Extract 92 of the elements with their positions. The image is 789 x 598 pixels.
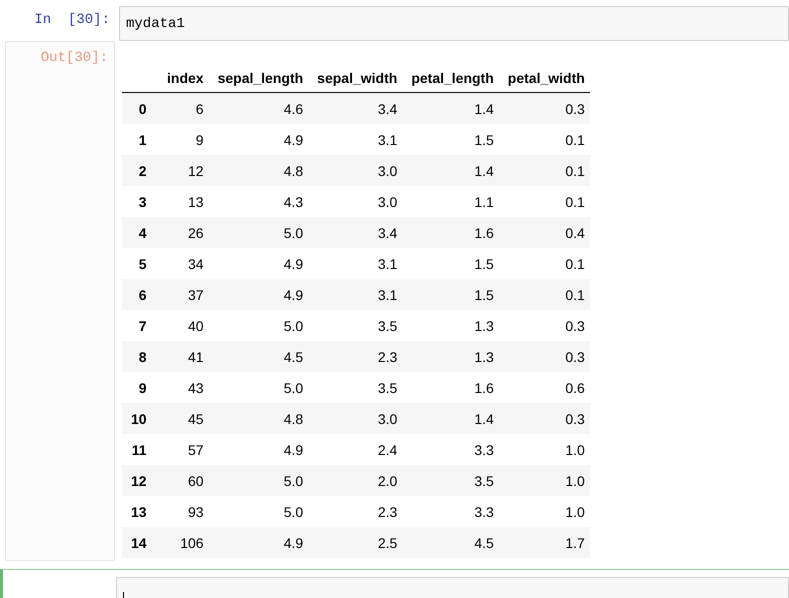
table-cell: 0.3 bbox=[498, 403, 590, 434]
table-cell: 3.3 bbox=[402, 434, 499, 465]
table-cell: 57 bbox=[154, 434, 209, 465]
table-cell: 5.0 bbox=[208, 310, 308, 341]
table-cell: 3.0 bbox=[308, 403, 402, 434]
table-cell: 3.0 bbox=[308, 186, 402, 217]
table-cell: 5.0 bbox=[208, 496, 308, 527]
row-label: 9 bbox=[122, 372, 155, 403]
table-cell: 4.5 bbox=[402, 527, 499, 558]
table-cell: 4.9 bbox=[208, 527, 308, 558]
table-cell: 5.0 bbox=[208, 372, 308, 403]
row-label: 5 bbox=[122, 248, 155, 279]
table-cell: 3.5 bbox=[308, 372, 402, 403]
table-cell: 1.4 bbox=[402, 403, 499, 434]
table-cell: 1.6 bbox=[402, 372, 499, 403]
row-label: 13 bbox=[122, 496, 155, 527]
table-cell: 3.1 bbox=[308, 124, 402, 155]
row-label: 14 bbox=[122, 527, 155, 558]
table-cell: 1.5 bbox=[402, 279, 499, 310]
table-cell: 1.3 bbox=[402, 310, 499, 341]
table-cell: 4.9 bbox=[208, 434, 308, 465]
table-cell: 0.6 bbox=[498, 372, 590, 403]
table-cell: 9 bbox=[154, 124, 209, 155]
row-label: 4 bbox=[122, 217, 155, 248]
table-cell: 4.6 bbox=[208, 92, 308, 124]
table-cell: 43 bbox=[154, 372, 209, 403]
table-cell: 1.0 bbox=[498, 496, 590, 527]
table-cell: 2.3 bbox=[308, 341, 402, 372]
code-editor[interactable]: mydata1 bbox=[119, 6, 789, 41]
table-cell: 0.3 bbox=[498, 92, 590, 124]
table-cell: 26 bbox=[154, 217, 209, 248]
table-cell: 3.5 bbox=[402, 465, 499, 496]
table-cell: 4.8 bbox=[208, 155, 308, 186]
table-cell: 1.0 bbox=[498, 434, 590, 465]
row-label: 1 bbox=[122, 124, 155, 155]
table-cell: 3.5 bbox=[308, 310, 402, 341]
table-cell: 0.4 bbox=[498, 217, 590, 248]
row-label: 11 bbox=[122, 434, 155, 465]
table-cell: 2.0 bbox=[308, 465, 402, 496]
table-cell: 1.0 bbox=[498, 465, 590, 496]
table-cell: 0.1 bbox=[498, 279, 590, 310]
table-cell: 60 bbox=[154, 465, 209, 496]
table-cell: 93 bbox=[154, 496, 209, 527]
table-cell: 1.5 bbox=[402, 124, 499, 155]
table-cell: 0.3 bbox=[498, 341, 590, 372]
table-cell: 4.8 bbox=[208, 403, 308, 434]
table-cell: 4.9 bbox=[208, 124, 308, 155]
table-cell: 0.1 bbox=[498, 124, 590, 155]
table-cell: 4.3 bbox=[208, 186, 308, 217]
table-cell: 1.4 bbox=[402, 155, 499, 186]
table-cell: 3.4 bbox=[308, 217, 402, 248]
row-label: 10 bbox=[122, 403, 155, 434]
table-cell: 0.1 bbox=[498, 186, 590, 217]
table-cell: 3.3 bbox=[402, 496, 499, 527]
table-cell: 1.6 bbox=[402, 217, 499, 248]
table-cell: 1.7 bbox=[498, 527, 590, 558]
table-cell: 4.9 bbox=[208, 248, 308, 279]
table-cell: 0.1 bbox=[498, 155, 590, 186]
table-cell: 106 bbox=[154, 527, 209, 558]
table-cell: 5.0 bbox=[208, 217, 308, 248]
table-cell: 3.1 bbox=[308, 279, 402, 310]
row-label: 6 bbox=[122, 279, 155, 310]
table-cell: 6 bbox=[154, 92, 209, 124]
table-cell: 12 bbox=[154, 155, 209, 186]
table-cell: 13 bbox=[154, 186, 209, 217]
table-cell: 1.3 bbox=[402, 341, 499, 372]
table-cell: 34 bbox=[154, 248, 209, 279]
row-label: 12 bbox=[122, 465, 155, 496]
table-cell: 3.1 bbox=[308, 248, 402, 279]
table-cell: 3.0 bbox=[308, 155, 402, 186]
table-cell: 3.4 bbox=[308, 92, 402, 124]
row-label: 2 bbox=[122, 155, 155, 186]
table-cell: 0.3 bbox=[498, 310, 590, 341]
table-cell: 1.5 bbox=[402, 248, 499, 279]
table-cell: 5.0 bbox=[208, 465, 308, 496]
row-label: 0 bbox=[122, 92, 155, 124]
table-cell: 37 bbox=[154, 279, 209, 310]
table-cell: 1.1 bbox=[402, 186, 499, 217]
table-cell: 45 bbox=[154, 403, 209, 434]
table-cell: 2.5 bbox=[308, 527, 402, 558]
table-cell: 41 bbox=[154, 341, 209, 372]
table-cell: 4.5 bbox=[208, 341, 308, 372]
table-cell: 2.3 bbox=[308, 496, 402, 527]
row-label: 8 bbox=[122, 341, 155, 372]
input-prompt: In [30]: bbox=[33, 11, 111, 28]
table-cell: 40 bbox=[154, 310, 209, 341]
row-label: 3 bbox=[122, 186, 155, 217]
table-cell: 2.4 bbox=[308, 434, 402, 465]
table-cell: 0.1 bbox=[498, 248, 590, 279]
table-cell: 4.9 bbox=[208, 279, 308, 310]
row-label: 7 bbox=[122, 310, 155, 341]
table-cell: 1.4 bbox=[402, 92, 499, 124]
